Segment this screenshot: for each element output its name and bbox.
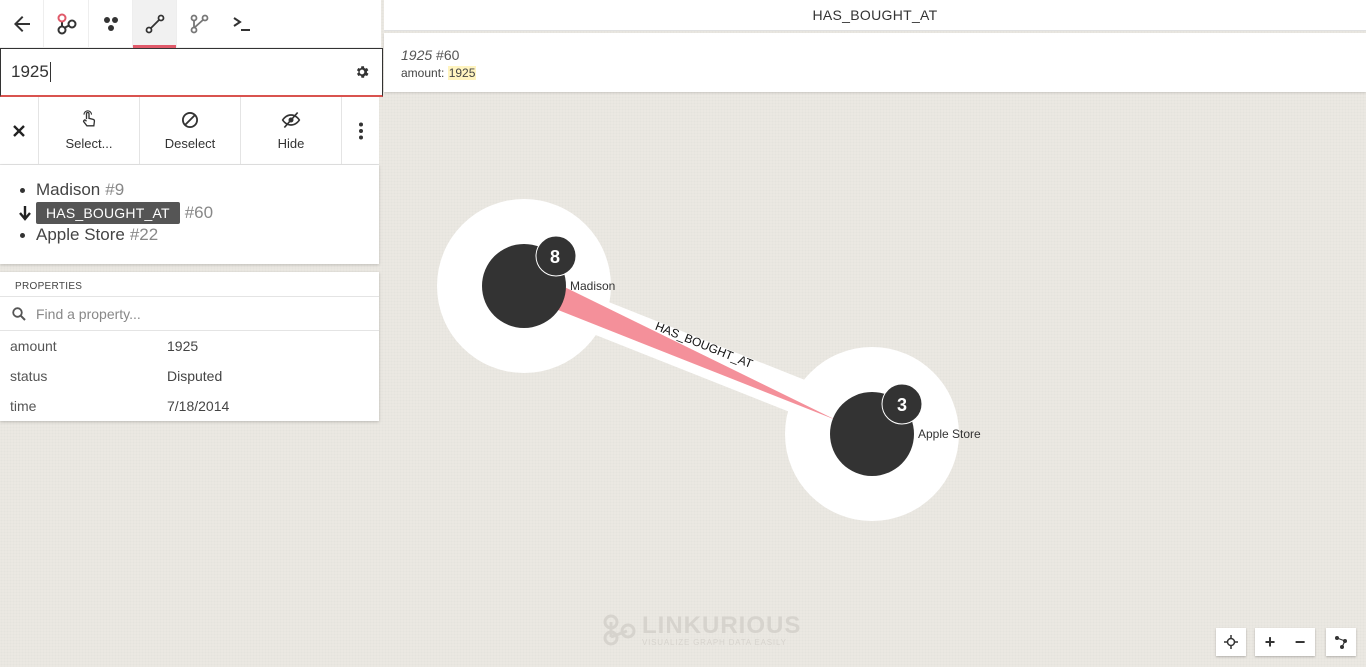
- list-item-edge[interactable]: HAS_BOUGHT_AT #60: [17, 201, 379, 225]
- arrow-down-icon: [17, 205, 33, 221]
- center-view-button[interactable]: [1216, 628, 1246, 656]
- property-row[interactable]: amount 1925: [0, 331, 379, 361]
- graph-button[interactable]: [44, 0, 88, 47]
- selection-list: Madison #9 HAS_BOUGHT_AT #60 Apple Store…: [0, 165, 379, 264]
- search-icon: [12, 306, 26, 321]
- nodes-icon: [103, 16, 118, 31]
- property-value: Disputed: [167, 368, 223, 384]
- pointer-hand-icon: [83, 110, 96, 127]
- source-node-id: #9: [105, 180, 125, 200]
- edge-info-card: 1925 #60 amount: 1925: [384, 33, 1366, 92]
- edge-type-badge: HAS_BOUGHT_AT: [36, 201, 180, 224]
- list-item-target-node[interactable]: Apple Store #22: [20, 224, 379, 247]
- property-key: amount: [10, 338, 57, 354]
- hide-label: Hide: [277, 136, 305, 151]
- page-title: HAS_BOUGHT_AT: [384, 0, 1366, 31]
- property-row[interactable]: time 7/18/2014: [0, 391, 379, 421]
- zoom-out-button[interactable]: −: [1285, 628, 1315, 656]
- property-row[interactable]: status Disputed: [0, 361, 379, 391]
- close-icon: [13, 124, 25, 137]
- property-value: 1925: [167, 338, 199, 354]
- select-label: Select...: [65, 136, 113, 151]
- terminal-button[interactable]: [220, 0, 264, 47]
- properties-panel: PROPERTIES Find a property... amount 192…: [0, 272, 379, 421]
- layout-control: [1326, 628, 1356, 656]
- crosshair-icon: [1224, 635, 1238, 649]
- target-node-name: Apple Store: [36, 225, 125, 245]
- more-actions-button[interactable]: [342, 97, 379, 164]
- properties-title: PROPERTIES: [15, 281, 83, 292]
- target-node-id: #22: [129, 225, 159, 245]
- edge-info-title: 1925 #60: [401, 47, 460, 63]
- eye-off-icon: [281, 111, 301, 129]
- search-input[interactable]: 1925: [0, 48, 383, 97]
- edges-button[interactable]: [132, 0, 176, 48]
- node-madison-count: 8: [550, 247, 560, 267]
- select-button[interactable]: Select...: [39, 97, 140, 164]
- graph-icon: [57, 13, 77, 34]
- edge-id: #60: [184, 202, 214, 222]
- toolbar: [0, 0, 381, 48]
- path-icon: [190, 14, 208, 33]
- zoom-in-button[interactable]: +: [1255, 628, 1285, 656]
- left-panel: 1925 Select... Deselect Hide Madison #9 …: [0, 0, 383, 264]
- deselect-button[interactable]: Deselect: [140, 97, 241, 164]
- node-madison-label: Madison: [570, 279, 615, 293]
- property-key: time: [10, 398, 37, 414]
- linkurious-logo: LINKURIOUS VISUALIZE GRAPH DATA EASILY: [602, 613, 801, 647]
- back-button[interactable]: [0, 0, 44, 47]
- layout-button[interactable]: [1326, 628, 1356, 656]
- hide-button[interactable]: Hide: [241, 97, 342, 164]
- more-vertical-icon: [358, 122, 363, 139]
- path-button[interactable]: [176, 0, 220, 47]
- search-highlight: 1925: [447, 66, 477, 80]
- block-icon: [182, 112, 198, 128]
- clear-selection-button[interactable]: [0, 97, 39, 164]
- action-bar: Select... Deselect Hide: [0, 97, 379, 165]
- zoom-control: + −: [1255, 628, 1315, 656]
- source-node-name: Madison: [36, 180, 101, 200]
- edge-icon: [145, 14, 164, 33]
- node-apple-store-label: Apple Store: [918, 427, 981, 441]
- terminal-icon: [233, 16, 250, 31]
- bullet-icon: [20, 232, 25, 238]
- property-search-placeholder: Find a property...: [36, 305, 141, 322]
- locate-control: [1216, 628, 1246, 656]
- property-value: 7/18/2014: [167, 398, 230, 414]
- node-apple-store-count: 3: [897, 395, 907, 415]
- search-value[interactable]: 1925: [11, 62, 352, 83]
- property-search-input[interactable]: Find a property...: [0, 296, 379, 331]
- deselect-label: Deselect: [164, 136, 216, 151]
- gear-icon: [356, 66, 369, 78]
- back-arrow-icon: [13, 15, 30, 32]
- search-settings-button[interactable]: [352, 62, 372, 82]
- bullet-icon: [20, 187, 25, 193]
- layout-icon: [1335, 636, 1347, 649]
- list-item-source-node[interactable]: Madison #9: [20, 179, 379, 202]
- nodes-button[interactable]: [88, 0, 132, 47]
- property-key: status: [10, 368, 48, 384]
- edge-info-property: amount: 1925: [401, 66, 477, 80]
- logo-icon: [603, 614, 636, 646]
